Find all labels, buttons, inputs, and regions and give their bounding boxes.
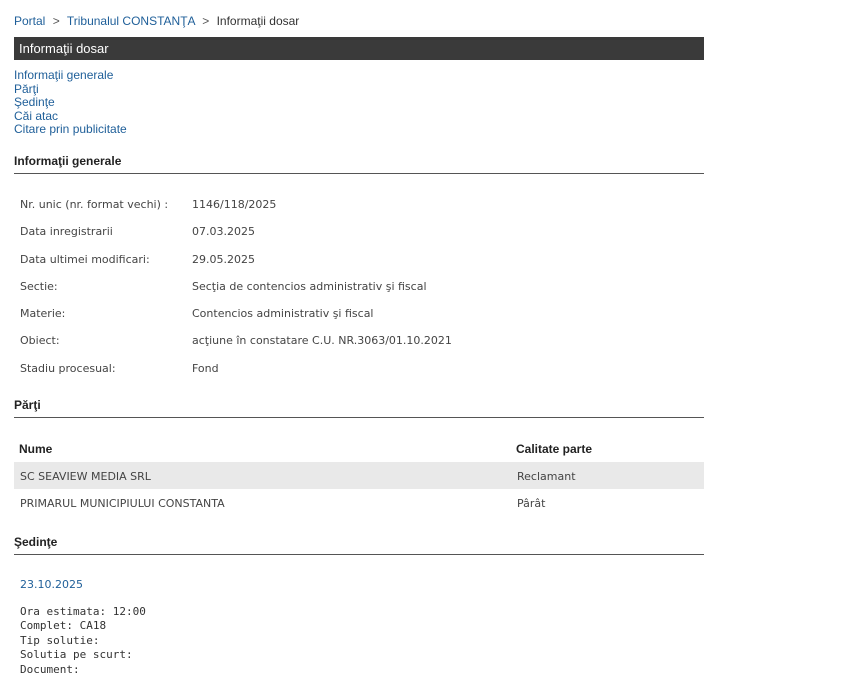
sedinta-date: 23.10.2025 — [20, 578, 83, 591]
info-label: Obiect: — [20, 334, 60, 348]
info-label: Stadiu procesual: — [20, 361, 116, 375]
info-label: Data ultimei modificari: — [20, 252, 150, 266]
page-title-bar: Informaţii dosar — [14, 37, 704, 60]
general-section-heading: Informaţii generale — [14, 154, 704, 174]
column-header-calitate: Calitate parte — [516, 442, 593, 456]
table-row: PRIMARUL MUNICIPIULUI CONSTANTA Pârât — [14, 489, 704, 516]
anchor-link-sedinte[interactable]: Şedinţe — [14, 95, 55, 109]
sedinta-document: Document: — [20, 662, 80, 676]
breadcrumb-current: Informaţii dosar — [216, 14, 300, 28]
sedinta-tip-solutie: Tip solutie: — [20, 633, 100, 647]
breadcrumb-separator: > — [202, 14, 210, 28]
sedinta-details: Ora estimata: 12:00 Complet: CA18 Tip so… — [20, 605, 146, 677]
breadcrumb-tribunal-link[interactable]: Tribunalul CONSTANŢA — [67, 14, 195, 28]
parti-table: Nume Calitate parte SC SEAVIEW MEDIA SRL… — [14, 434, 704, 516]
section-anchor-list: Informaţii generale Părţi Şedinţe Căi at… — [14, 68, 127, 137]
party-name: SC SEAVIEW MEDIA SRL — [20, 470, 151, 483]
breadcrumb-separator: > — [52, 14, 60, 28]
breadcrumb-portal-link[interactable]: Portal — [14, 14, 45, 28]
sedinta-ora-estimata: Ora estimata: 12:00 — [20, 605, 146, 618]
sedinte-section-heading: Şedinţe — [14, 535, 704, 555]
sedinta-complet: Complet: CA18 — [20, 619, 107, 633]
info-label: Data inregistrarii — [20, 225, 113, 239]
anchor-link-parti[interactable]: Părţi — [14, 82, 39, 96]
info-value: acţiune în constatare C.U. NR.3063/01.10… — [192, 334, 452, 348]
anchor-link-citare-publicitate[interactable]: Citare prin publicitate — [14, 122, 127, 137]
info-label: Nr. unic (nr. format vechi) : — [20, 198, 169, 211]
anchor-link-informatii-generale[interactable]: Informaţii generale — [14, 68, 113, 82]
info-value: 1146/118/2025 — [192, 198, 277, 211]
breadcrumb: Portal > Tribunalul CONSTANŢA > Informaţ… — [14, 14, 299, 28]
anchor-link-cai-atac[interactable]: Căi atac — [14, 109, 58, 123]
info-value: Secţia de contencios administrativ şi fi… — [192, 279, 427, 293]
info-value: Contencios administrativ şi fiscal — [192, 307, 374, 321]
party-role: Pârât — [517, 497, 546, 510]
column-header-nume: Nume — [19, 442, 53, 456]
info-value: 07.03.2025 — [192, 225, 255, 239]
table-row: SC SEAVIEW MEDIA SRL Reclamant — [14, 462, 704, 489]
info-value: Fond — [192, 361, 219, 375]
info-label: Materie: — [20, 307, 66, 321]
page-title: Informaţii dosar — [19, 41, 109, 56]
info-label: Sectie: — [20, 279, 58, 293]
parti-section-heading: Părţi — [14, 398, 704, 418]
party-role: Reclamant — [517, 470, 576, 483]
info-value: 29.05.2025 — [192, 252, 255, 266]
party-name: PRIMARUL MUNICIPIULUI CONSTANTA — [20, 497, 225, 510]
parti-table-header: Nume Calitate parte — [14, 434, 704, 462]
sedinta-solutia-pe-scurt: Solutia pe scurt: — [20, 648, 133, 662]
